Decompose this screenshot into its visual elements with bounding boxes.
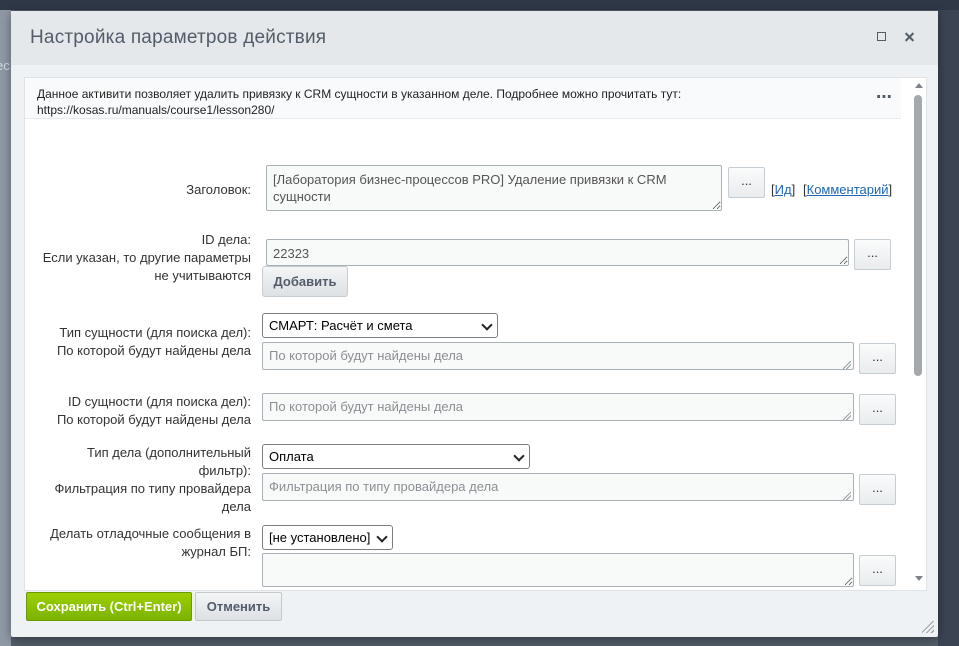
entity-id-label: ID сущности (для поиска дел): По которой… [35,393,251,429]
debug-label: Делать отладочные сообщения в журнал БП: [35,525,251,561]
entity-id-dots-button[interactable]: ... [859,394,896,425]
title-input[interactable] [266,165,722,211]
entity-type-label: Тип сущности (для поиска дел): По которо… [35,324,251,360]
id-link-close: ] [791,182,796,197]
background-right-panel [938,10,959,646]
comment-link-wrap: [Комментарий] [803,182,892,197]
title-dots-button[interactable]: ... [728,167,765,198]
maximize-icon[interactable] [873,28,891,46]
background-left-panel: ec [0,10,11,646]
entity-id-label-line-1: ID сущности (для поиска дел): [68,394,251,409]
content-scrollbar[interactable] [911,78,926,590]
activity-type-input[interactable] [262,473,854,501]
add-button[interactable]: Добавить [262,266,348,297]
entity-type-input[interactable] [262,342,854,370]
debug-label-line-2: журнал БП: [181,544,251,559]
activity-type-select[interactable]: Оплата [262,444,530,469]
activity-type-dots-button[interactable]: ... [859,474,896,505]
debug-dots-button[interactable]: ... [859,555,896,586]
description-text: Данное активити позволяет удалить привяз… [37,86,867,118]
dialog-header: Настройка параметров действия [11,11,938,65]
title-field-label-text: Заголовок: [186,182,251,197]
settings-content: Данное активити позволяет удалить привяз… [24,77,927,591]
deal-id-label: ID дела: Если указан, то другие параметр… [35,231,251,285]
activity-description: Данное активити позволяет удалить привяз… [25,78,901,119]
chevron-down-icon [376,531,388,543]
dialog-resize-grip-icon[interactable] [922,621,934,633]
deal-id-label-line-1: ID дела: [201,232,251,247]
entity-id-label-line-2: По которой будут найдены дела [56,412,251,427]
debug-selected: [не установлено] [269,530,371,545]
activity-type-label-line-1: Тип дела (дополнительный [87,445,251,460]
activity-type-label-line-2: фильтр): [198,463,251,478]
id-link[interactable]: Ид [775,182,792,197]
comment-link-close: ] [888,182,893,197]
dialog-title: Настройка параметров действия [30,27,327,48]
entity-type-label-line-1: Тип сущности (для поиска дел): [59,325,251,340]
entity-type-dots-button[interactable]: ... [859,343,896,374]
cancel-button[interactable]: Отменить [195,592,282,621]
activity-type-label-line-3: Фильтрация по типу провайдера [54,481,251,496]
description-line-1: Данное активити позволяет удалить привяз… [37,87,682,101]
entity-type-select[interactable]: СМАРТ: Расчёт и смета [262,313,498,338]
comment-link[interactable]: Комментарий [807,182,889,197]
deal-id-input[interactable] [266,239,849,266]
deal-id-label-line-3: не учитываются [154,268,251,283]
action-settings-dialog: Настройка параметров действия Данное акт… [11,11,938,637]
chevron-down-icon [513,450,525,462]
save-button[interactable]: Сохранить (Ctrl+Enter) [26,592,192,621]
scroll-thumb[interactable] [914,95,922,376]
debug-input[interactable] [262,553,854,587]
entity-type-label-line-2: По которой будут найдены дела [56,343,251,358]
activity-type-label: Тип дела (дополнительный фильтр): Фильтр… [35,444,251,516]
entity-id-input[interactable] [262,393,854,421]
debug-label-line-1: Делать отладочные сообщения в [50,526,251,541]
id-link-wrap: [Ид] [771,182,795,197]
close-icon[interactable] [901,28,919,46]
chevron-down-icon [481,319,493,331]
scroll-up-icon[interactable] [915,83,923,88]
activity-type-selected: Оплата [269,449,314,464]
activity-type-label-line-4: дела [221,499,251,514]
background-top-bar [0,0,959,10]
scroll-down-icon[interactable] [915,576,923,581]
title-field-label: Заголовок: [65,181,251,199]
deal-id-dots-button[interactable]: ... [854,239,891,270]
entity-type-selected: СМАРТ: Расчёт и смета [269,318,413,333]
description-link: https://kosas.ru/manuals/course1/lesson2… [37,103,275,117]
debug-select[interactable]: [не установлено] [262,525,393,550]
background-peek-text: ec [0,58,10,73]
deal-id-label-line-2: Если указан, то другие параметры [42,250,251,265]
more-options-icon[interactable]: ⋯ [876,89,894,107]
